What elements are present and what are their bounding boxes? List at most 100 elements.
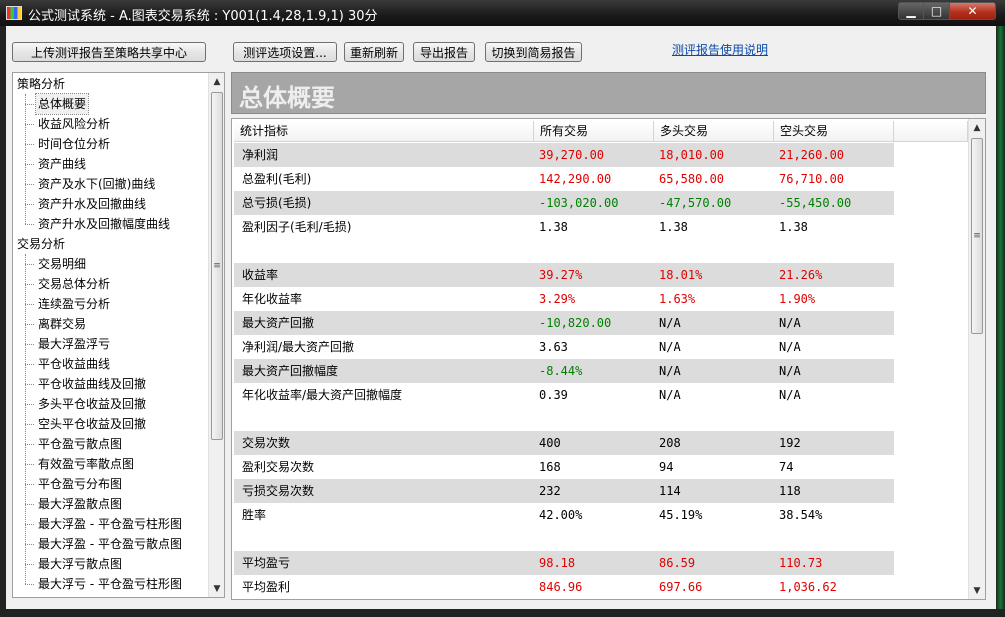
value-all: 0.39 <box>539 388 568 402</box>
tree-item[interactable]: 资产及水下(回撤)曲线 <box>36 174 157 194</box>
tree-connector <box>25 364 34 365</box>
tree-group[interactable]: 交易分析 <box>17 234 65 254</box>
scroll-up-icon[interactable]: ▲ <box>209 73 224 90</box>
tree-item[interactable]: 最大浮亏 - 平仓盈亏柱形图 <box>36 574 184 594</box>
table-row: 盈利因子(毛利/毛损) 1.38 1.38 1.38 <box>234 215 894 239</box>
value-long: -47,570.00 <box>659 196 732 210</box>
report-title: 总体概要 <box>239 84 335 112</box>
value-all: 39.27% <box>539 268 583 282</box>
value-long: 18,010.00 <box>659 148 725 162</box>
table-row: 总盈利(毛利) 142,290.00 65,580.00 76,710.00 <box>234 167 894 191</box>
value-all: 3.29% <box>539 292 576 306</box>
metric-label: 净利润 <box>242 148 279 162</box>
options-button[interactable]: 测评选项设置... <box>233 42 337 62</box>
tree-item[interactable]: 收益风险分析 <box>36 114 112 134</box>
value-all: 142,290.00 <box>539 172 612 186</box>
metric-label: 平均盈利 <box>242 580 291 594</box>
column-header-metric[interactable]: 统计指标 <box>234 121 534 142</box>
tree-item[interactable]: 资产升水及回撤曲线 <box>36 194 148 214</box>
value-all: 846.96 <box>539 580 583 594</box>
tree-connector <box>25 324 34 325</box>
client-area: 上传测评报告至策略共享中心 测评选项设置... 重新刷新 导出报告 切换到简易报… <box>6 26 996 609</box>
tree-item[interactable]: 连续盈亏分析 <box>36 294 112 314</box>
value-short: N/A <box>779 364 801 378</box>
tree-item[interactable]: 最大浮盈散点图 <box>36 494 124 514</box>
tree-connector <box>25 124 34 125</box>
metric-label: 交易次数 <box>242 436 291 450</box>
table-row: 最大资产回撤幅度 -8.44% N/A N/A <box>234 359 894 383</box>
tree-item[interactable]: 总体概要 <box>34 93 90 115</box>
tree-connector <box>25 224 34 225</box>
scroll-thumb[interactable]: ≡ <box>971 138 983 334</box>
value-all: 400 <box>539 436 561 450</box>
tree-item[interactable]: 平仓盈亏分布图 <box>36 474 124 494</box>
tree-connector <box>25 384 34 385</box>
maximize-button[interactable]: □ <box>923 2 950 20</box>
value-long: 697.66 <box>659 580 703 594</box>
value-short: 21,260.00 <box>779 148 845 162</box>
tree-connector <box>25 404 34 405</box>
tree-item[interactable]: 平仓收益曲线 <box>36 354 112 374</box>
tree-connector <box>25 564 34 565</box>
column-header-short[interactable]: 空头交易 <box>774 121 894 142</box>
tree-connector <box>25 94 26 224</box>
value-all: 232 <box>539 484 561 498</box>
tree-item[interactable]: 平仓收益曲线及回撤 <box>36 374 148 394</box>
table-row: 最大资产回撤 -10,820.00 N/A N/A <box>234 311 894 335</box>
scroll-down-icon[interactable]: ▼ <box>209 580 224 597</box>
tree-scrollbar[interactable]: ▲ ≡ ▼ <box>208 73 224 597</box>
report-scrollbar[interactable]: ▲ ≡ ▼ <box>968 119 985 599</box>
value-short: 76,710.00 <box>779 172 845 186</box>
tree-item[interactable]: 交易明细 <box>36 254 88 274</box>
title-bar: 公式测试系统 - A.图表交易系统 : Y001(1.4,28,1.9,1) 3… <box>0 0 1005 26</box>
scroll-up-icon[interactable]: ▲ <box>969 119 985 136</box>
close-button[interactable]: ✕ <box>949 2 996 20</box>
table-row: 交易次数 400 208 192 <box>234 431 894 455</box>
scroll-down-icon[interactable]: ▼ <box>969 582 985 599</box>
table-row <box>234 527 894 551</box>
upload-report-button[interactable]: 上传测评报告至策略共享中心 <box>12 42 206 62</box>
value-all: 98.18 <box>539 556 576 570</box>
tree-item[interactable]: 多头平仓收益及回撤 <box>36 394 148 414</box>
export-report-button[interactable]: 导出报告 <box>413 42 475 62</box>
tree-item[interactable]: 最大浮盈 - 平仓盈亏散点图 <box>36 534 184 554</box>
value-all: -8.44% <box>539 364 583 378</box>
minimize-button[interactable]: ▁ <box>898 2 924 20</box>
value-long: 114 <box>659 484 681 498</box>
table-row <box>234 407 894 431</box>
table-row <box>234 239 894 263</box>
tree-item[interactable]: 资产升水及回撤幅度曲线 <box>36 214 172 234</box>
help-link[interactable]: 测评报告使用说明 <box>672 41 768 58</box>
value-all: 3.63 <box>539 340 568 354</box>
tree-item[interactable]: 最大浮盈浮亏 <box>36 334 112 354</box>
switch-simple-report-button[interactable]: 切换到简易报告 <box>485 42 582 62</box>
tree-item[interactable]: 平仓盈亏散点图 <box>36 434 124 454</box>
refresh-button[interactable]: 重新刷新 <box>344 42 404 62</box>
metric-label: 亏损交易次数 <box>242 484 315 498</box>
tree-item[interactable]: 最大浮亏散点图 <box>36 554 124 574</box>
value-long: 1.38 <box>659 220 688 234</box>
tree-connector <box>25 524 34 525</box>
tree-item[interactable]: 交易总体分析 <box>36 274 112 294</box>
value-short: 21.26% <box>779 268 823 282</box>
metric-label: 年化收益率/最大资产回撤幅度 <box>242 388 403 402</box>
tree-item[interactable]: 最大浮盈 - 平仓盈亏柱形图 <box>36 514 184 534</box>
tree-item[interactable]: 空头平仓收益及回撤 <box>36 414 148 434</box>
tree-item[interactable]: 资产曲线 <box>36 154 88 174</box>
scroll-thumb[interactable]: ≡ <box>211 92 223 440</box>
tree-group[interactable]: 策略分析 <box>17 74 65 94</box>
column-header-long[interactable]: 多头交易 <box>654 121 774 142</box>
tree-connector <box>25 144 34 145</box>
report-table: 统计指标 所有交易 多头交易 空头交易 ▲ ≡ ▼ 净利润 39,270.00 18… <box>231 118 986 600</box>
tree-item[interactable]: 有效盈亏率散点图 <box>36 454 136 474</box>
tree-item[interactable]: 离群交易 <box>36 314 88 334</box>
table-row: 净利润/最大资产回撤 3.63 N/A N/A <box>234 335 894 359</box>
column-header-all[interactable]: 所有交易 <box>534 121 654 142</box>
tree-connector <box>25 184 34 185</box>
tree-connector <box>25 424 34 425</box>
value-long: 86.59 <box>659 556 696 570</box>
app-icon <box>6 6 22 20</box>
tree-item[interactable]: 时间仓位分析 <box>36 134 112 154</box>
analysis-tree: ▲ ≡ ▼ 策略分析 总体概要 收益风险分析 时间仓位分析 资产曲线 资产及水下(回撤)曲… <box>12 72 225 598</box>
table-row: 年化收益率/最大资产回撤幅度 0.39 N/A N/A <box>234 383 894 407</box>
